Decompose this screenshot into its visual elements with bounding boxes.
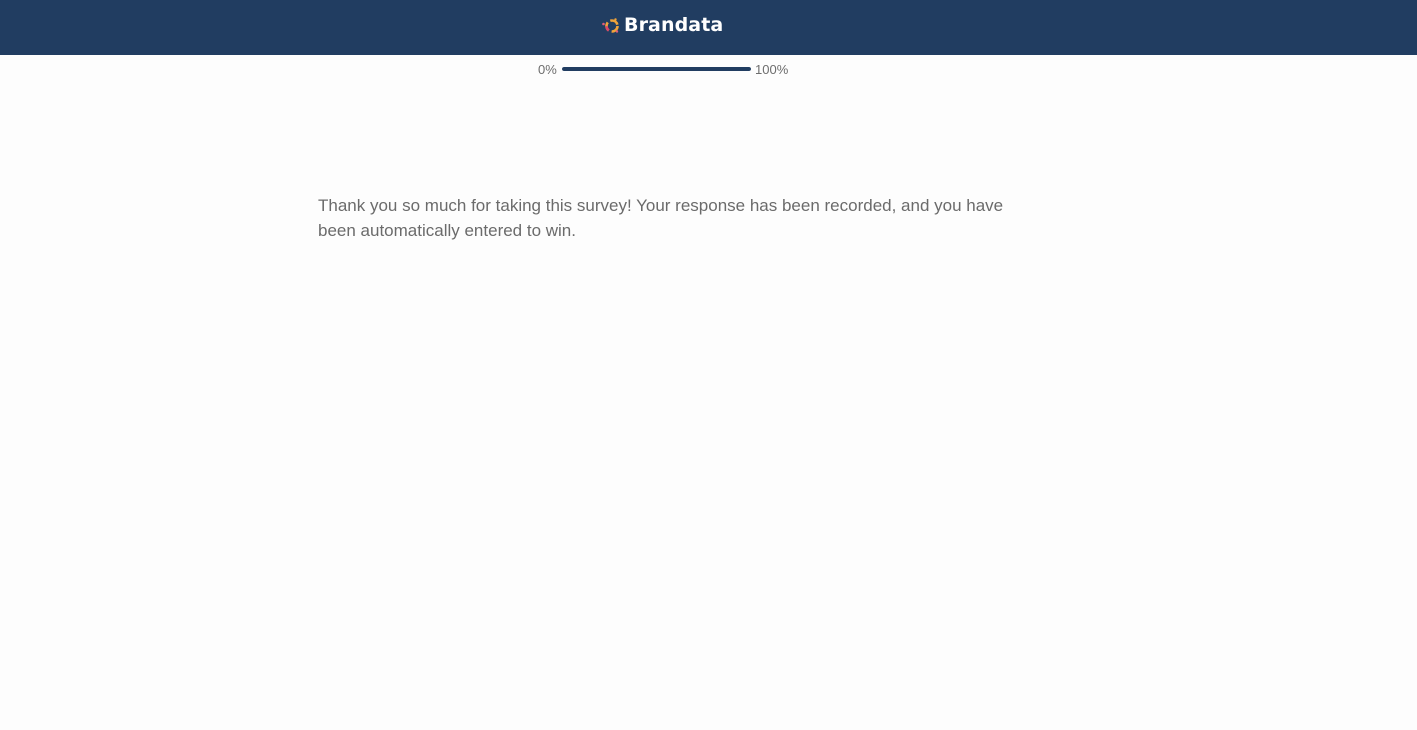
progress-start-label: 0%	[538, 62, 557, 77]
header-bar: Brandata	[0, 0, 1417, 55]
progress-bar	[562, 67, 751, 71]
brandata-logo-icon	[602, 18, 619, 33]
progress-fill	[562, 67, 751, 71]
brand-name: Brandata	[624, 14, 724, 36]
progress-end-label: 100%	[755, 62, 789, 77]
brand-logo[interactable]: Brandata	[601, 12, 723, 38]
survey-progress: 0% 100%	[0, 60, 1417, 78]
completion-message: Thank you so much for taking this survey…	[318, 196, 1004, 240]
